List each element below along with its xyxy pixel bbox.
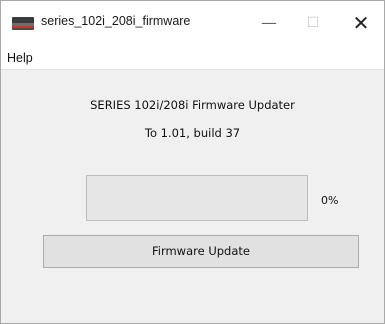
version-label: To 1.01, build 37	[144, 126, 241, 140]
progress-bar	[86, 175, 308, 221]
window-title: series_102i_208i_firmware	[41, 14, 191, 28]
close-button[interactable]: ✕	[339, 1, 383, 47]
minimize-button[interactable]: —	[247, 1, 291, 47]
close-icon: ✕	[352, 11, 370, 35]
printer-app-icon	[12, 17, 34, 30]
minimize-icon: —	[261, 13, 277, 32]
menu-bar: Help	[1, 47, 384, 70]
updater-title: SERIES 102i/208i Firmware Updater	[90, 98, 295, 112]
app-window: series_102i_208i_firmware — ☐ ✕ Help SER…	[0, 0, 385, 324]
maximize-icon: ☐	[306, 15, 320, 31]
progress-percent: 0%	[321, 194, 339, 207]
maximize-button[interactable]: ☐	[291, 1, 335, 47]
firmware-update-button[interactable]: Firmware Update	[43, 235, 359, 268]
title-bar[interactable]: series_102i_208i_firmware — ☐ ✕	[1, 1, 384, 47]
menu-item-help[interactable]: Help	[7, 51, 33, 65]
